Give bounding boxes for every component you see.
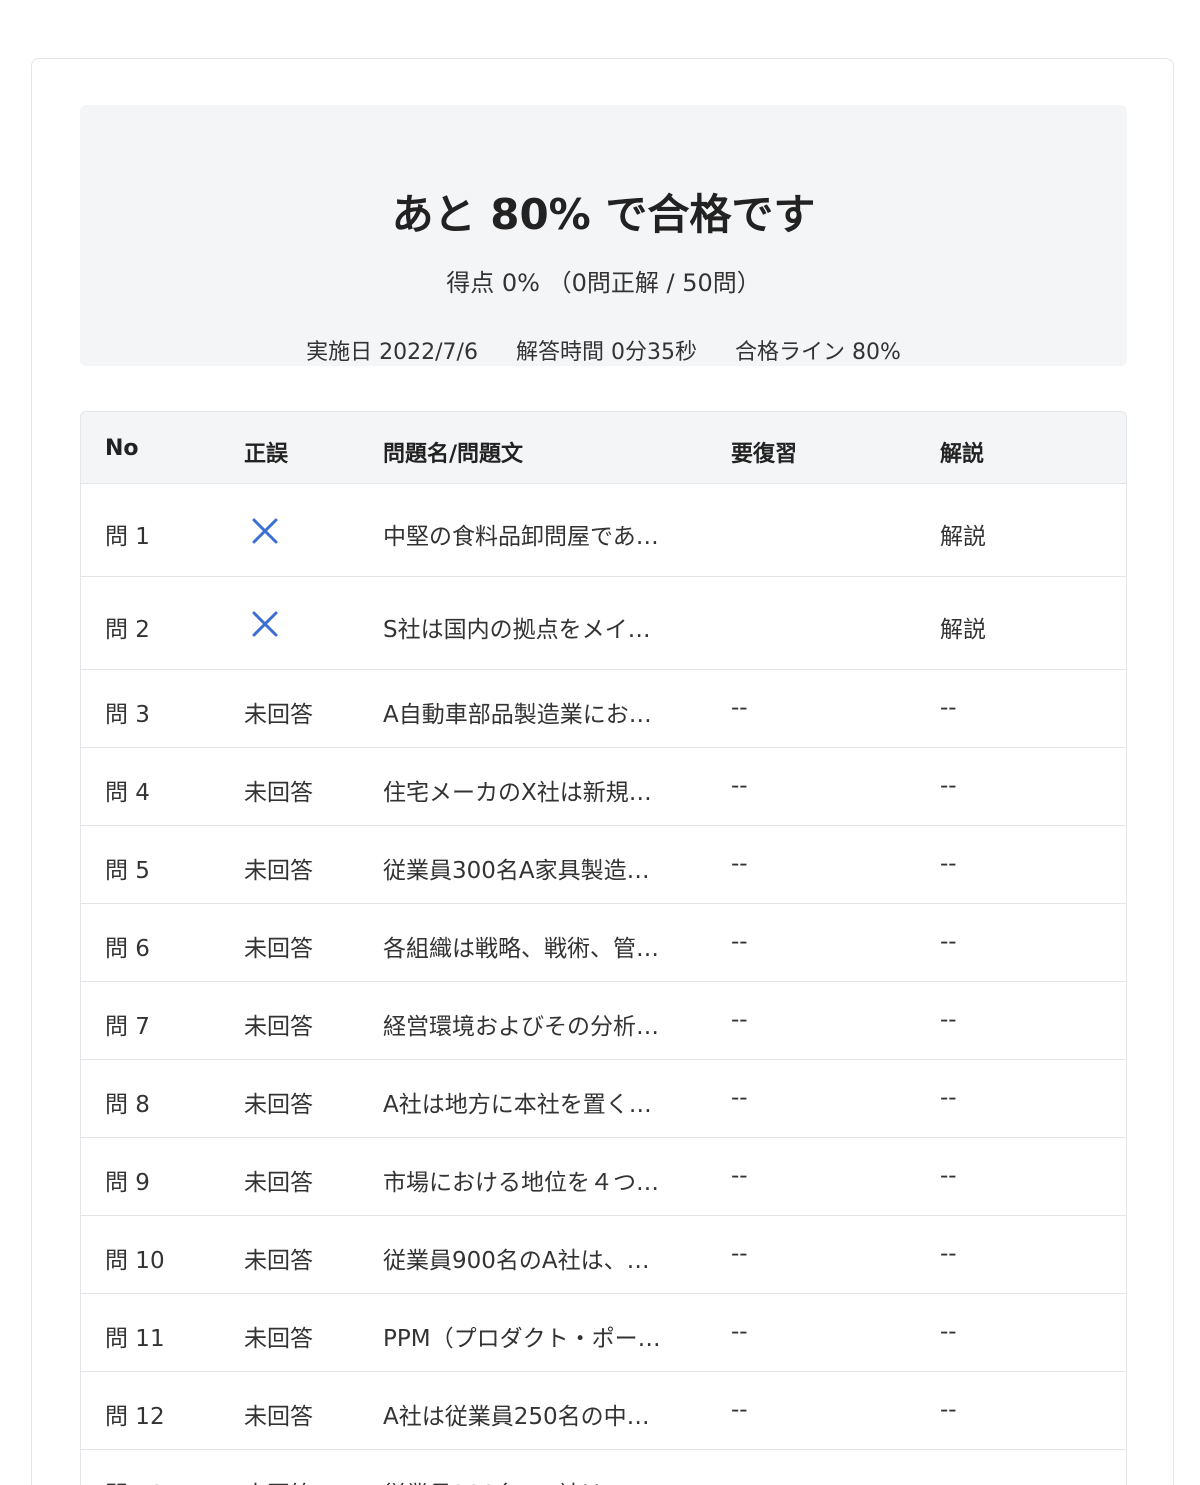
table-row[interactable]: 問 10 未回答 従業員900名のA社は、… -- -- xyxy=(81,1216,1126,1294)
question-text[interactable]: 従業員900名のA社は、… xyxy=(383,1241,650,1275)
question-number: 問 10 xyxy=(105,1248,165,1274)
cross-icon xyxy=(250,609,280,639)
result-status: 未回答 xyxy=(244,1092,313,1118)
exam-date: 実施日 2022/7/6 xyxy=(306,340,478,365)
question-text[interactable]: 従業員200名のA社は、… xyxy=(383,1475,650,1485)
result-status: 未回答 xyxy=(244,936,313,962)
score-text: 得点 0% （0問正解 / 50問） xyxy=(446,269,761,297)
question-number: 問 13 xyxy=(105,1475,165,1485)
question-text[interactable]: 住宅メーカのX社は新規… xyxy=(383,773,652,807)
result-status: 未回答 xyxy=(244,1014,313,1040)
explanation-empty: -- xyxy=(940,695,957,721)
question-number: 問 1 xyxy=(105,524,150,550)
question-number: 問 8 xyxy=(105,1092,150,1118)
question-text[interactable]: 各組織は戦略、戦術、管… xyxy=(383,929,659,963)
question-number: 問 3 xyxy=(105,702,150,728)
result-status: 未回答 xyxy=(244,1248,313,1274)
table-row[interactable]: 問 2 S社は国内の拠点をメイ… 解説 xyxy=(81,577,1126,670)
explanation-empty: -- xyxy=(940,1475,957,1485)
explanation-empty: -- xyxy=(940,851,957,877)
result-status: 未回答 xyxy=(244,1404,313,1430)
review-flag: -- xyxy=(731,695,748,721)
question-number: 問 11 xyxy=(105,1326,165,1352)
header-review: 要復習 xyxy=(731,442,798,467)
review-flag: -- xyxy=(731,773,748,799)
table-row[interactable]: 問 4 未回答 住宅メーカのX社は新規… -- -- xyxy=(81,748,1126,826)
question-text[interactable]: S社は国内の拠点をメイ… xyxy=(383,610,651,644)
table-row[interactable]: 問 6 未回答 各組織は戦略、戦術、管… -- -- xyxy=(81,904,1126,982)
answer-time: 解答時間 0分35秒 xyxy=(515,340,697,365)
table-row[interactable]: 問 3 未回答 A自動車部品製造業にお… -- -- xyxy=(81,670,1126,748)
explanation-empty: -- xyxy=(940,929,957,955)
explanation-empty: -- xyxy=(940,1007,957,1033)
explanation-link[interactable]: 解説 xyxy=(940,610,986,644)
cross-icon xyxy=(250,516,280,546)
review-flag: -- xyxy=(731,1475,748,1485)
explanation-empty: -- xyxy=(940,1397,957,1423)
result-status: 未回答 xyxy=(244,1326,313,1352)
table-row[interactable]: 問 9 未回答 市場における地位を４つ… -- -- xyxy=(81,1138,1126,1216)
review-flag: -- xyxy=(731,1241,748,1267)
review-flag: -- xyxy=(731,851,748,877)
explanation-empty: -- xyxy=(940,1163,957,1189)
explanation-empty: -- xyxy=(940,1241,957,1267)
header-no: No xyxy=(105,436,139,461)
table-row[interactable]: 問 1 中堅の食料品卸問屋であ… 解説 xyxy=(81,484,1126,577)
question-text[interactable]: PPM（プロダクト・ポー… xyxy=(383,1319,661,1353)
review-flag: -- xyxy=(731,1163,748,1189)
question-text[interactable]: 市場における地位を４つ… xyxy=(383,1163,659,1197)
question-number: 問 12 xyxy=(105,1404,165,1430)
question-number: 問 6 xyxy=(105,936,150,962)
question-number: 問 5 xyxy=(105,858,150,884)
table-header: No 正誤 問題名/問題文 要復習 解説 xyxy=(81,412,1126,484)
result-status: 未回答 xyxy=(244,1170,313,1196)
results-table: No 正誤 問題名/問題文 要復習 解説 問 1 中堅の食料品卸問屋であ… 解説問 … xyxy=(80,411,1127,1485)
result-status: 未回答 xyxy=(244,702,313,728)
table-row[interactable]: 問 7 未回答 経営環境およびその分析… -- -- xyxy=(81,982,1126,1060)
question-number: 問 2 xyxy=(105,617,150,643)
question-text[interactable]: A社は従業員250名の中… xyxy=(383,1397,650,1431)
question-number: 問 7 xyxy=(105,1014,150,1040)
question-text[interactable]: A自動車部品製造業にお… xyxy=(383,695,652,729)
result-status: 未回答 xyxy=(244,858,313,884)
review-flag: -- xyxy=(731,1085,748,1111)
header-result: 正誤 xyxy=(244,442,289,467)
table-row[interactable]: 問 13 未回答 従業員200名のA社は、… -- -- xyxy=(81,1450,1126,1485)
result-summary: あと 80% で合格です 得点 0% （0問正解 / 50問） 実施日 2022… xyxy=(80,105,1127,366)
explanation-empty: -- xyxy=(940,1085,957,1111)
header-explanation: 解説 xyxy=(940,442,985,467)
explanation-empty: -- xyxy=(940,773,957,799)
question-number: 問 9 xyxy=(105,1170,150,1196)
result-headline: あと 80% で合格です xyxy=(391,190,816,239)
review-flag: -- xyxy=(731,1397,748,1423)
explanation-empty: -- xyxy=(940,1319,957,1345)
question-text[interactable]: A社は地方に本社を置く… xyxy=(383,1085,652,1119)
question-text[interactable]: 従業員300名A家具製造… xyxy=(383,851,650,885)
review-flag: -- xyxy=(731,1319,748,1345)
table-row[interactable]: 問 5 未回答 従業員300名A家具製造… -- -- xyxy=(81,826,1126,904)
review-flag: -- xyxy=(731,929,748,955)
result-card: あと 80% で合格です 得点 0% （0問正解 / 50問） 実施日 2022… xyxy=(31,58,1174,1485)
table-row[interactable]: 問 8 未回答 A社は地方に本社を置く… -- -- xyxy=(81,1060,1126,1138)
table-row[interactable]: 問 11 未回答 PPM（プロダクト・ポー… -- -- xyxy=(81,1294,1126,1372)
result-meta: 実施日 2022/7/6 解答時間 0分35秒 合格ライン 80% xyxy=(80,341,1127,365)
question-text[interactable]: 中堅の食料品卸問屋であ… xyxy=(383,517,659,551)
review-flag: -- xyxy=(731,1007,748,1033)
question-number: 問 4 xyxy=(105,780,150,806)
result-status: 未回答 xyxy=(244,1475,313,1485)
question-text[interactable]: 経営環境およびその分析… xyxy=(383,1007,659,1041)
result-status: 未回答 xyxy=(244,780,313,806)
explanation-link[interactable]: 解説 xyxy=(940,517,986,551)
header-question: 問題名/問題文 xyxy=(383,442,524,467)
pass-line: 合格ライン 80% xyxy=(734,340,901,365)
table-row[interactable]: 問 12 未回答 A社は従業員250名の中… -- -- xyxy=(81,1372,1126,1450)
